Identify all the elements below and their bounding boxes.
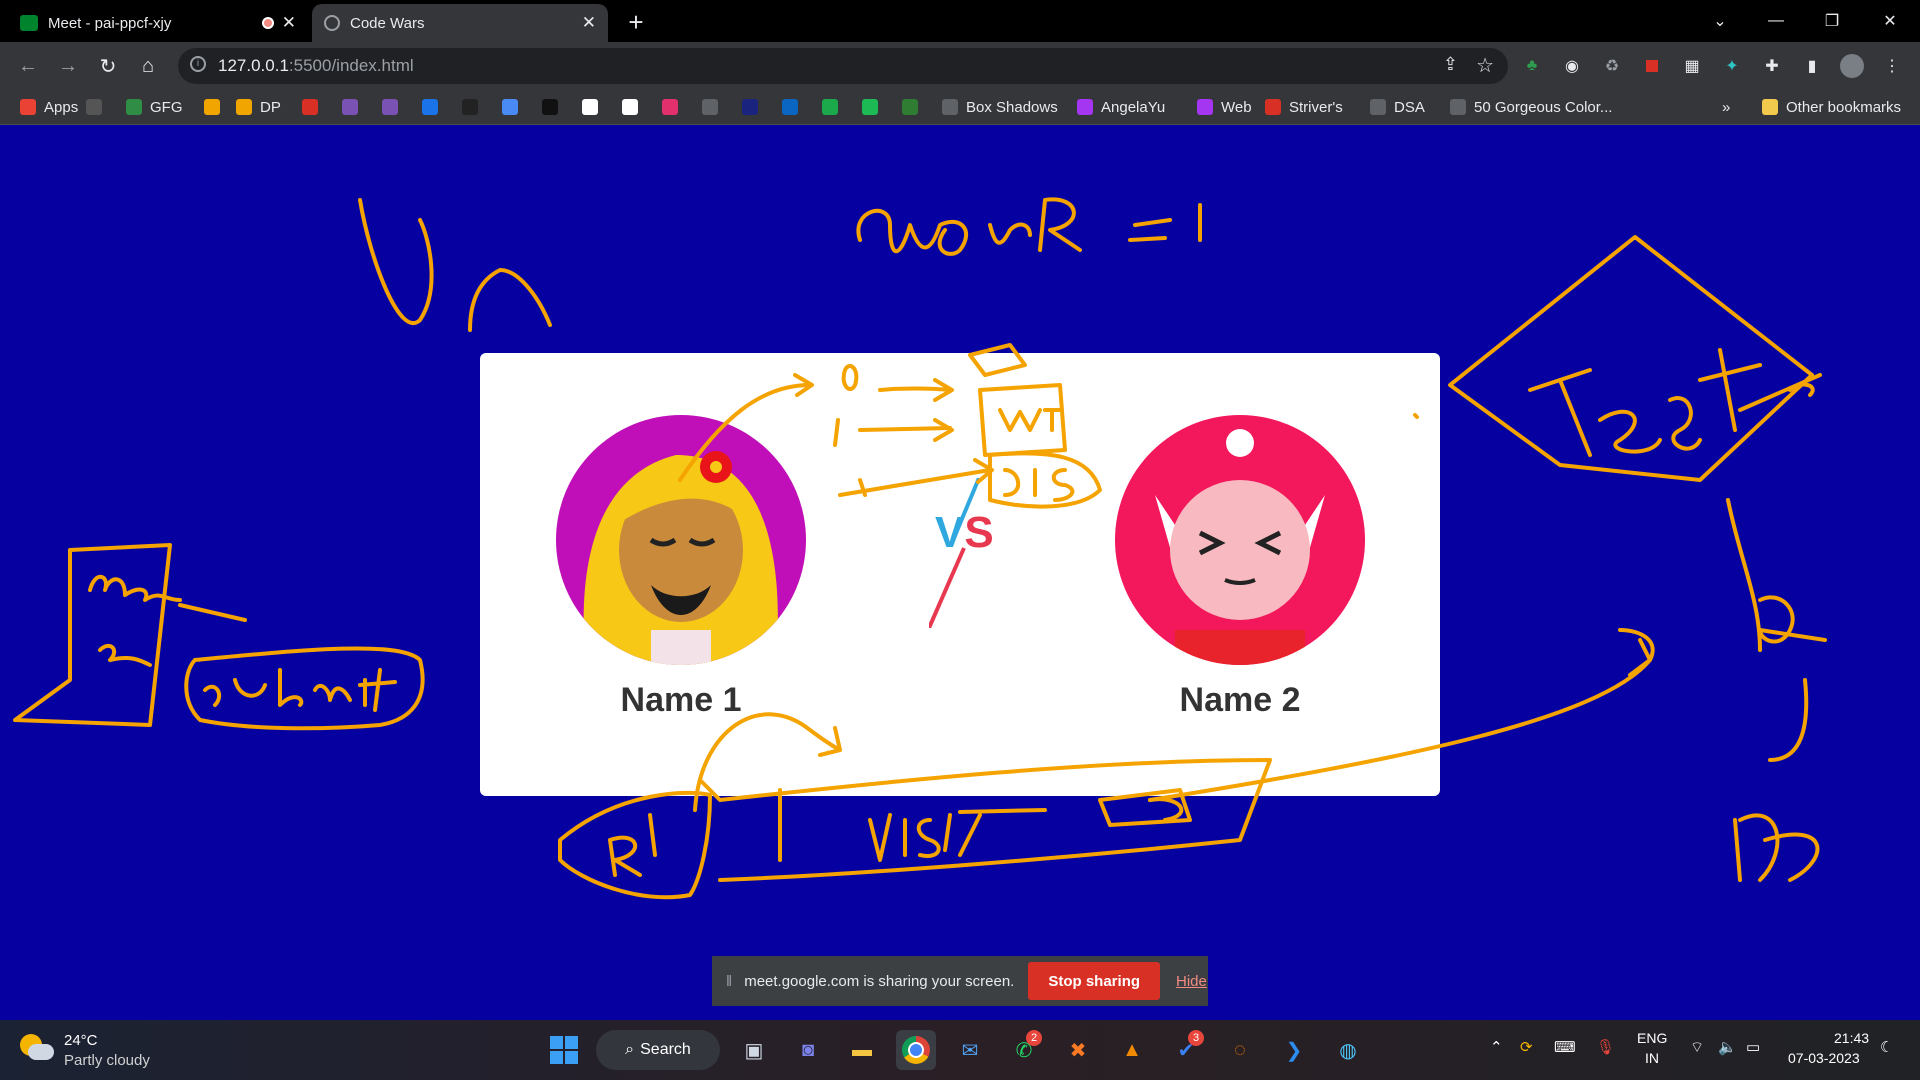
annotation-submit [184,646,425,731]
weather-icon[interactable] [20,1034,54,1064]
annotation-r-shape [558,790,712,900]
language-top[interactable]: ENG [1637,1030,1667,1046]
annotation-long-arrow [1148,628,1655,802]
annotation-flow-arrow-1 [678,373,814,482]
mail-icon[interactable]: ✉ [950,1030,990,1070]
wifi-icon[interactable]: ⌔ [1690,1038,1704,1057]
weather-temp[interactable]: 24°C [64,1032,98,1049]
weather-desc[interactable]: Partly cloudy [64,1052,150,1069]
pen-annotations-layer [13,197,1827,900]
xampp-icon[interactable]: ✖ [1058,1030,1098,1070]
annotation-form-sketch [13,543,247,727]
windows-taskbar: 24°C Partly cloudy ⌕ Search ▣ ◙ ▬ ✉ ✆ 2 … [0,1020,1920,1080]
clock-time[interactable]: 21:43 [1834,1030,1869,1046]
teams-chat-icon[interactable]: ◙ [788,1030,828,1070]
show-hidden-icons[interactable]: ⌃ [1490,1038,1503,1056]
annotation-dot [1413,413,1419,419]
keyboard-icon[interactable]: ⌨ [1554,1038,1576,1056]
annotation-un [358,198,552,332]
annotation-wt-box [968,343,1067,457]
jupyter-icon[interactable]: ◌ [1220,1030,1260,1070]
windows-start-icon[interactable] [544,1030,584,1070]
todo-badge: 3 [1188,1030,1204,1046]
chrome-icon[interactable] [896,1030,936,1070]
vlc-icon[interactable]: ▲ [1112,1030,1152,1070]
annotation-flow-items [833,364,994,497]
whatsapp-badge: 2 [1026,1030,1042,1046]
vscode-icon[interactable]: ❯ [1274,1030,1314,1070]
annotation-word [856,197,1202,256]
annotation-dis-box [988,451,1102,509]
share-message: meet.google.com is sharing your screen. [744,972,1015,990]
screen-share-banner: ‖ meet.google.com is sharing your screen… [712,956,1208,1006]
language-bottom[interactable]: IN [1645,1050,1659,1066]
taskbar-search[interactable]: ⌕ Search [596,1030,720,1070]
notifications-icon[interactable]: ☾ [1880,1038,1893,1056]
search-label: Search [640,1041,691,1058]
annotation-test-box [1448,235,1822,482]
stop-sharing-button[interactable]: Stop sharing [1028,962,1161,1000]
whatsapp-icon[interactable]: ✆ 2 [1004,1030,1044,1070]
battery-icon[interactable]: ▭ [1746,1038,1760,1056]
search-icon: ⌕ [625,1041,635,1058]
drag-handle-icon[interactable]: ‖ [726,973,732,990]
hide-link[interactable]: Hide [1176,973,1207,990]
microphone-icon[interactable]: 🎙 [1596,1038,1615,1056]
sync-icon[interactable]: ⟳ [1520,1038,1533,1056]
file-explorer-icon[interactable]: ▬ [842,1030,882,1070]
volume-icon[interactable]: 🔈 [1718,1038,1737,1056]
annotation-db-arrow [1726,498,1827,882]
globe-app-icon[interactable]: ◍ [1328,1030,1368,1070]
clock-date[interactable]: 07-03-2023 [1788,1050,1860,1066]
todo-icon[interactable]: ✔ 3 [1166,1030,1206,1070]
task-view-icon[interactable]: ▣ [734,1030,774,1070]
